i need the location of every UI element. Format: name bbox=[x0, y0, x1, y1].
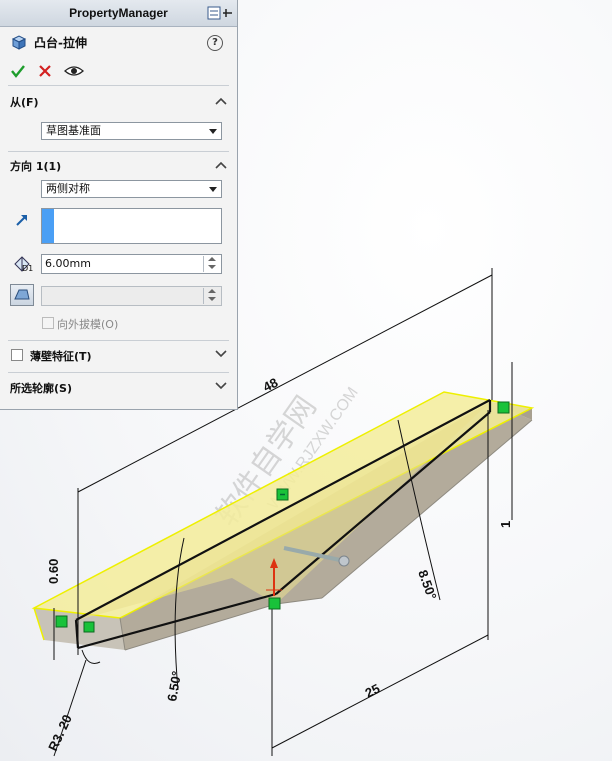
dropdown-arrow-icon bbox=[209, 129, 217, 134]
vertical-relation-left-icon bbox=[55, 615, 68, 628]
thin-feature-checkbox[interactable] bbox=[11, 349, 23, 361]
reverse-direction-arrow-icon[interactable] bbox=[14, 212, 30, 228]
depth-spinner[interactable] bbox=[203, 256, 220, 272]
dropdown-arrow-icon bbox=[209, 187, 217, 192]
thin-feature-label: 薄壁特征(T) bbox=[30, 350, 92, 363]
draft-icon bbox=[14, 289, 30, 300]
dim-height-right[interactable]: 1 bbox=[498, 521, 513, 528]
property-manager-title-text: PropertyManager bbox=[69, 6, 168, 20]
dim-angle-left[interactable]: 6.50° bbox=[164, 670, 184, 703]
from-start-condition-value: 草图基准面 bbox=[46, 124, 101, 137]
preview-eye-icon[interactable] bbox=[64, 64, 84, 78]
from-start-condition-select[interactable]: 草图基准面 bbox=[41, 122, 222, 140]
from-section-label: 从(F) bbox=[10, 96, 39, 109]
help-icon[interactable]: ? bbox=[207, 35, 223, 51]
feature-name: 凸台-拉伸 bbox=[34, 35, 87, 50]
dim-thickness[interactable]: 0.60 bbox=[46, 559, 61, 584]
selection-focus-bar bbox=[42, 209, 54, 243]
pin-icon[interactable] bbox=[207, 6, 233, 20]
selected-contours-label: 所选轮廓(S) bbox=[10, 382, 72, 395]
chevron-up-icon[interactable] bbox=[215, 96, 227, 106]
from-section-header[interactable]: 从(F) bbox=[0, 90, 237, 114]
direction1-section-header[interactable]: 方向 1(1) bbox=[0, 154, 237, 178]
chevron-down-icon[interactable] bbox=[215, 381, 227, 391]
action-buttons bbox=[0, 57, 237, 85]
chevron-down-icon[interactable] bbox=[215, 349, 227, 359]
draft-angle-input[interactable] bbox=[41, 286, 222, 306]
dim-partial-length[interactable]: 25 bbox=[363, 681, 383, 701]
draft-outward-checkbox[interactable] bbox=[42, 317, 54, 329]
end-condition-select[interactable]: 两侧对称 bbox=[41, 180, 222, 198]
direction1-section-label: 方向 1(1) bbox=[10, 160, 62, 173]
boss-extrude-icon bbox=[11, 35, 27, 50]
vertical-relation-icon bbox=[497, 401, 510, 414]
property-manager-panel: PropertyManager 凸台-拉伸 ? 从(F) 草图基准面 方向 1(… bbox=[0, 0, 238, 410]
depth-value: 6.00mm bbox=[45, 257, 91, 270]
chevron-up-icon[interactable] bbox=[215, 160, 227, 170]
end-condition-value: 两侧对称 bbox=[46, 182, 90, 195]
cancel-button[interactable] bbox=[38, 64, 52, 78]
depth-input[interactable]: 6.00mm bbox=[41, 254, 222, 274]
feature-header: 凸台-拉伸 ? bbox=[0, 27, 237, 57]
draft-angle-spinner[interactable] bbox=[203, 288, 220, 304]
depth-icon-label: D1 bbox=[22, 264, 34, 273]
dim-radius[interactable]: R3. 20 bbox=[45, 712, 75, 753]
dim-angle-right[interactable]: 8.50° bbox=[415, 568, 440, 602]
ok-button[interactable] bbox=[10, 63, 26, 79]
draft-toggle-button[interactable] bbox=[10, 284, 34, 306]
draft-outward-label: 向外拔模(O) bbox=[57, 318, 119, 331]
direction-selection-box[interactable] bbox=[41, 208, 222, 244]
coincident-relation-icon bbox=[268, 597, 281, 610]
tangent-relation-icon bbox=[83, 621, 95, 633]
property-manager-title: PropertyManager bbox=[0, 0, 237, 27]
dim-total-length[interactable]: 48 bbox=[261, 375, 281, 395]
